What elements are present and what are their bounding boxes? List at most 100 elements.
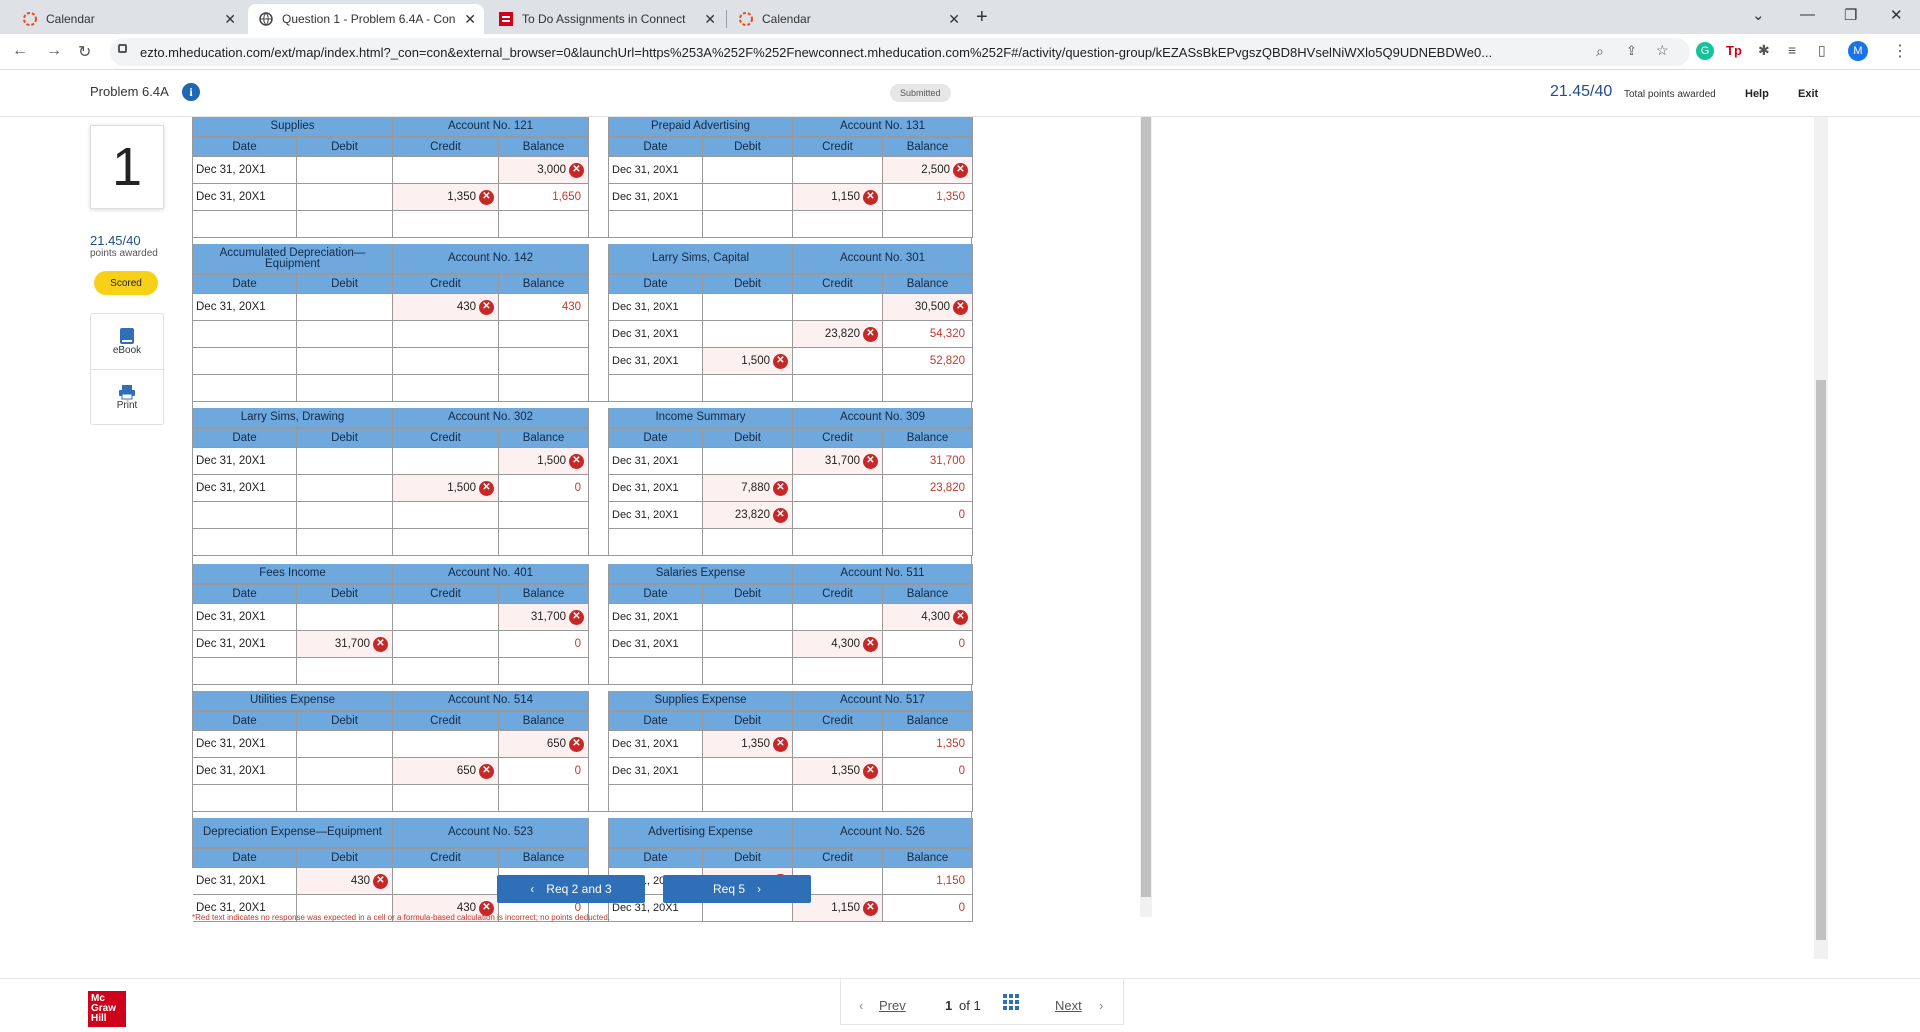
credit-cell[interactable]: 1,500 ✕ (393, 475, 499, 502)
prev-requirement-button[interactable]: ‹ Req 2 and 3 (497, 875, 645, 903)
extension-tp-icon[interactable]: Tp (1726, 43, 1742, 58)
incorrect-icon: ✕ (863, 636, 878, 652)
close-tab-icon[interactable]: ✕ (704, 11, 716, 28)
ebook-button[interactable]: eBook (91, 314, 163, 369)
extensions-puzzle-icon[interactable]: ✱ (1758, 42, 1770, 59)
exit-link[interactable]: Exit (1798, 88, 1818, 100)
date-cell[interactable]: Dec 31, 20X1 (193, 294, 297, 321)
date-cell[interactable]: Dec 31, 20X1 (609, 184, 703, 211)
account-title: Income Summary (609, 408, 793, 428)
debit-cell[interactable]: 1,350 ✕ (703, 731, 793, 758)
date-cell[interactable]: Dec 31, 20X1 (609, 294, 703, 321)
credit-cell[interactable]: 4,300 ✕ (793, 631, 883, 658)
date-cell[interactable]: Dec 31, 20X1 (609, 321, 703, 348)
date-cell[interactable]: Dec 31, 20X1 (193, 475, 297, 502)
date-cell[interactable]: Dec 31, 20X1 (609, 631, 703, 658)
grid-view-icon[interactable] (1003, 994, 1019, 1013)
restore-button[interactable]: ❐ (1844, 6, 1857, 24)
balance-cell[interactable]: 1,500 ✕ (499, 448, 589, 475)
close-window-button[interactable]: ✕ (1890, 6, 1903, 24)
lock-icon[interactable] (118, 44, 127, 53)
side-panel-icon[interactable]: ▯ (1818, 42, 1826, 59)
tab-search-icon[interactable]: ⌄ (1752, 6, 1765, 24)
profile-avatar[interactable]: M (1848, 41, 1868, 61)
date-cell[interactable]: Dec 31, 20X1 (193, 868, 297, 895)
amount: 1,150 (831, 191, 860, 203)
close-tab-icon[interactable]: ✕ (948, 11, 960, 28)
incorrect-icon: ✕ (953, 162, 968, 178)
balance-cell[interactable]: 30,500 ✕ (883, 294, 973, 321)
prev-page-link[interactable]: Prev (879, 998, 906, 1013)
date-cell[interactable]: Dec 31, 20X1 (193, 448, 297, 475)
debit-cell[interactable]: 7,880 ✕ (703, 475, 793, 502)
credit-cell[interactable]: 1,350 ✕ (393, 184, 499, 211)
date-cell[interactable]: Dec 31, 20X1 (609, 157, 703, 184)
credit-cell[interactable]: 430 ✕ (393, 294, 499, 321)
bookmark-star-icon[interactable]: ☆ (1656, 42, 1669, 59)
date-cell[interactable]: Dec 31, 20X1 (609, 448, 703, 475)
balance-cell[interactable]: 650 ✕ (499, 731, 589, 758)
date-cell[interactable]: Dec 31, 20X1 (193, 731, 297, 758)
date-cell[interactable]: Dec 31, 20X1 (609, 758, 703, 785)
debit-cell[interactable]: 23,820 ✕ (703, 502, 793, 529)
content-scrollbar-thumb[interactable] (1141, 117, 1151, 897)
print-button[interactable]: Print (91, 369, 163, 424)
debit-cell[interactable]: 31,700 ✕ (297, 631, 393, 658)
credit-cell (393, 631, 499, 658)
debit-cell[interactable]: 430 ✕ (297, 868, 393, 895)
next-page-link[interactable]: Next (1055, 998, 1082, 1013)
credit-cell[interactable]: 31,700 ✕ (793, 448, 883, 475)
info-icon[interactable]: i (182, 83, 200, 101)
amount: 31,700 (929, 455, 965, 467)
browser-tab[interactable]: Calendar ✕ (12, 4, 244, 34)
printer-icon (119, 384, 135, 399)
zoom-icon[interactable]: ⌕ (1596, 43, 1604, 60)
help-link[interactable]: Help (1745, 88, 1769, 100)
date-cell[interactable]: Dec 31, 20X1 (609, 731, 703, 758)
grammarly-icon[interactable]: G (1696, 42, 1714, 60)
balance-cell[interactable]: 2,500 ✕ (883, 157, 973, 184)
date-cell[interactable]: Dec 31, 20X1 (609, 475, 703, 502)
debit-cell[interactable]: 1,500 ✕ (703, 348, 793, 375)
date-cell[interactable]: Dec 31, 20X1 (609, 502, 703, 529)
current-page[interactable]: 1 (945, 998, 952, 1013)
incorrect-icon: ✕ (863, 763, 878, 779)
date-cell[interactable]: Dec 31, 20X1 (609, 604, 703, 631)
page-scrollbar-thumb[interactable] (1816, 380, 1826, 940)
date-cell[interactable]: Dec 31, 20X1 (193, 604, 297, 631)
back-icon[interactable]: ← (12, 42, 28, 60)
incorrect-icon: ✕ (569, 609, 584, 625)
reload-icon[interactable]: ↻ (78, 42, 91, 62)
reading-list-icon[interactable]: ≡ (1788, 42, 1796, 58)
debit-cell (703, 604, 793, 631)
incorrect-icon: ✕ (479, 763, 494, 779)
credit-cell[interactable]: 23,820 ✕ (793, 321, 883, 348)
close-tab-icon[interactable]: ✕ (464, 11, 476, 28)
share-icon[interactable]: ⇪ (1626, 43, 1637, 59)
next-requirement-button[interactable]: Req 5 › (663, 875, 811, 903)
browser-tab-active[interactable]: Question 1 - Problem 6.4A - Con ✕ (248, 4, 484, 34)
connect-icon (498, 11, 514, 27)
credit-cell[interactable]: 650 ✕ (393, 758, 499, 785)
debit-cell (703, 658, 793, 685)
url-bar[interactable]: ezto.mheducation.com/ext/map/index.html?… (110, 38, 1690, 66)
browser-tab[interactable]: To Do Assignments in Connect ✕ (488, 4, 724, 34)
credit-cell[interactable]: 1,350 ✕ (793, 758, 883, 785)
browser-tab[interactable]: Calendar ✕ (728, 4, 968, 34)
balance-cell[interactable]: 4,300 ✕ (883, 604, 973, 631)
credit-cell[interactable]: 1,150 ✕ (793, 184, 883, 211)
date-cell[interactable]: Dec 31, 20X1 (193, 631, 297, 658)
date-cell[interactable]: Dec 31, 20X1 (193, 758, 297, 785)
column-header: Date (193, 848, 297, 868)
balance-cell[interactable]: 31,700 ✕ (499, 604, 589, 631)
close-tab-icon[interactable]: ✕ (224, 11, 236, 28)
balance-cell: 52,820 (883, 348, 973, 375)
balance-cell[interactable]: 3,000 ✕ (499, 157, 589, 184)
date-cell[interactable]: Dec 31, 20X1 (609, 348, 703, 375)
new-tab-button[interactable]: + (976, 6, 988, 29)
minimize-button[interactable]: — (1800, 6, 1815, 23)
forward-icon[interactable]: → (46, 42, 62, 60)
browser-menu-icon[interactable]: ⋮ (1892, 41, 1908, 61)
date-cell[interactable]: Dec 31, 20X1 (193, 157, 297, 184)
date-cell[interactable]: Dec 31, 20X1 (193, 184, 297, 211)
